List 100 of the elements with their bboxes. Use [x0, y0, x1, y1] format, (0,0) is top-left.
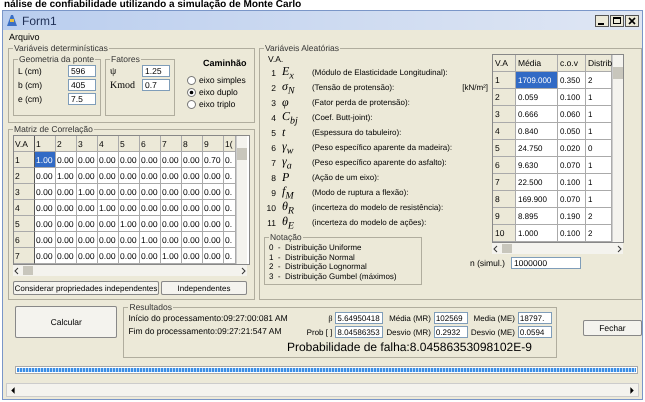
table-cell[interactable]: 1.00 [56, 168, 77, 184]
table-cell[interactable]: 0.00 [56, 200, 77, 216]
table-cell[interactable]: 0.00 [98, 232, 119, 248]
table-cell[interactable]: 0.00 [77, 152, 98, 168]
output-field[interactable]: 8.04586353 [335, 326, 384, 338]
table-cell[interactable]: 0.00 [161, 232, 182, 248]
table-cell[interactable]: 0.00 [98, 248, 119, 264]
input-field[interactable]: 1.25 [142, 65, 170, 77]
table-cell[interactable]: 0.00 [182, 216, 203, 232]
table-cell[interactable]: 0.00 [77, 200, 98, 216]
table-cell[interactable]: 0.00 [35, 200, 56, 216]
table-cell[interactable]: 0.00 [56, 152, 77, 168]
table-cell[interactable]: 169.900 [516, 191, 558, 208]
table-cell[interactable]: 0.00 [161, 184, 182, 200]
table-cell[interactable]: 0.00 [140, 216, 161, 232]
table-cell[interactable]: 0.00 [203, 216, 224, 232]
input-field[interactable]: 7.5 [68, 93, 96, 105]
table-cell[interactable]: 0.00 [203, 200, 224, 216]
table-cell[interactable]: 0.00 [182, 248, 203, 264]
table-cell[interactable]: 0.00 [161, 216, 182, 232]
input-field[interactable]: 405 [68, 79, 96, 91]
table-cell[interactable]: 0.00 [35, 248, 56, 264]
close-button[interactable]: Fechar [582, 320, 642, 336]
table-cell[interactable]: 0.00 [98, 152, 119, 168]
table-cell[interactable]: 0.059 [516, 89, 558, 106]
table-cell[interactable]: 0.00 [119, 184, 140, 200]
table-cell[interactable]: 0.00 [77, 248, 98, 264]
table-cell[interactable]: 0.00 [182, 152, 203, 168]
table-cell[interactable]: 0.00 [161, 152, 182, 168]
menu-item[interactable]: Arquivo [9, 32, 40, 42]
radio-option[interactable]: eixo simples [187, 75, 247, 85]
output-field[interactable]: 5.64950418 [335, 312, 384, 324]
action-button[interactable]: Considerar propriedades independentes [13, 281, 159, 295]
table-cell[interactable]: 0.00 [77, 168, 98, 184]
table-cell[interactable]: 0.070 [558, 191, 586, 208]
table-cell[interactable]: 1.00 [140, 232, 161, 248]
table-cell[interactable]: 22.500 [516, 174, 558, 191]
table-cell[interactable]: 1.000 [516, 225, 558, 242]
radio-option[interactable]: eixo duplo [187, 87, 247, 97]
table-cell[interactable]: 0.70 [203, 152, 224, 168]
table-cell[interactable]: 0.00 [35, 184, 56, 200]
table-cell[interactable]: 0.00 [56, 216, 77, 232]
table-cell[interactable]: 0.00 [140, 168, 161, 184]
table-cell[interactable]: 0.00 [203, 248, 224, 264]
table-cell[interactable]: 0.020 [558, 140, 586, 157]
table-cell[interactable]: 1.00 [77, 184, 98, 200]
output-field[interactable]: 102569 [434, 312, 468, 324]
table-cell[interactable]: 0.350 [558, 72, 586, 89]
table-cell[interactable]: 0.00 [119, 232, 140, 248]
table-cell[interactable]: 1709.000 [516, 72, 558, 89]
table-cell[interactable]: 0.00 [35, 168, 56, 184]
table-cell[interactable]: 0.070 [558, 157, 586, 174]
action-button[interactable]: Independentes [161, 281, 247, 295]
table-cell[interactable]: 9.630 [516, 157, 558, 174]
table-cell[interactable]: 0.00 [119, 200, 140, 216]
input-field[interactable]: 0.7 [142, 79, 170, 91]
calculate-button[interactable]: Calcular [15, 306, 118, 338]
output-field[interactable]: 0.2932 [434, 326, 468, 338]
table-cell[interactable]: 0.060 [558, 106, 586, 123]
table-cell[interactable]: 8.895 [516, 208, 558, 225]
table-cell[interactable]: 0.00 [203, 184, 224, 200]
table-cell[interactable]: 0.00 [98, 168, 119, 184]
output-field[interactable]: 0.0594 [518, 326, 552, 338]
table-cell[interactable]: 24.750 [516, 140, 558, 157]
table-cell[interactable]: 0.100 [558, 174, 586, 191]
table-cell[interactable]: 0.190 [558, 208, 586, 225]
table-cell[interactable]: 0.00 [140, 184, 161, 200]
table-cell[interactable]: 0.00 [140, 152, 161, 168]
table-cell[interactable]: 0.00 [77, 216, 98, 232]
table-cell[interactable]: 0.00 [140, 200, 161, 216]
table-cell[interactable]: 0.666 [516, 106, 558, 123]
table-cell[interactable]: 0.00 [56, 232, 77, 248]
table-cell[interactable]: 0.00 [35, 216, 56, 232]
table-cell[interactable]: 0.00 [182, 200, 203, 216]
table-cell[interactable]: 0.00 [182, 232, 203, 248]
input-field[interactable]: 596 [68, 65, 96, 77]
input-field[interactable]: 1000000 [510, 257, 581, 269]
table-cell[interactable]: 0.00 [98, 184, 119, 200]
table-cell[interactable]: 0.840 [516, 123, 558, 140]
table-cell[interactable]: 0.00 [98, 216, 119, 232]
output-field[interactable]: 18797. [518, 312, 552, 324]
table-cell[interactable]: 0.00 [56, 184, 77, 200]
table-cell[interactable]: 1.00 [119, 216, 140, 232]
table-cell[interactable]: 0.00 [161, 200, 182, 216]
table-cell[interactable]: 1.00 [161, 248, 182, 264]
table-cell[interactable]: 0.100 [558, 225, 586, 242]
table-cell[interactable]: 0.00 [119, 168, 140, 184]
table-cell[interactable]: 0.00 [182, 184, 203, 200]
table-cell[interactable]: 0.00 [56, 248, 77, 264]
table-cell[interactable]: 0.00 [203, 168, 224, 184]
table-cell[interactable]: 1.00 [98, 200, 119, 216]
table-cell[interactable]: 0.00 [119, 152, 140, 168]
table-cell[interactable]: 1.00 [35, 152, 56, 168]
table-cell[interactable]: 0.050 [558, 123, 586, 140]
table-cell[interactable]: 0.00 [140, 248, 161, 264]
table-cell[interactable]: 0.100 [558, 89, 586, 106]
table-cell[interactable]: 0.00 [182, 168, 203, 184]
table-cell[interactable]: 0.00 [77, 232, 98, 248]
table-cell[interactable]: 0.00 [203, 232, 224, 248]
radio-option[interactable]: eixo triplo [187, 99, 247, 109]
